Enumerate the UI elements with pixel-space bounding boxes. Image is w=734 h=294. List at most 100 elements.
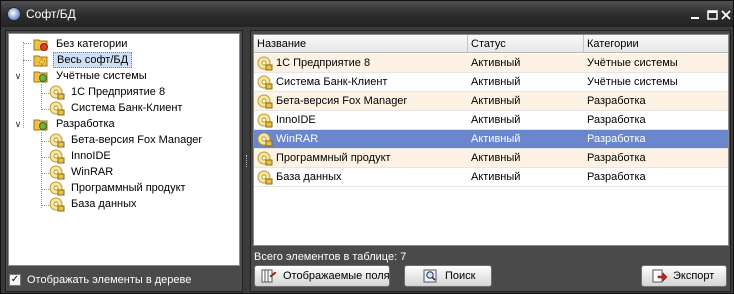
cell-name: База данных — [276, 171, 342, 183]
software-icon — [257, 170, 273, 185]
maximize-icon — [707, 10, 718, 20]
panel-splitter[interactable] — [245, 30, 249, 292]
cell-status: Активный — [471, 152, 521, 164]
software-icon — [257, 113, 273, 128]
software-icon — [49, 101, 65, 116]
tree-item-1c[interactable]: 1С Предприятие 8 — [49, 84, 229, 100]
cell-category: Разработка — [587, 114, 646, 126]
table-row-selected[interactable]: WinRAR Активный Разработка — [254, 130, 728, 149]
folder-open-icon — [33, 119, 48, 131]
table-row[interactable]: Программный продукт Активный Разработка — [254, 149, 728, 168]
tree-panel: Без категории Весь софт/БД ∨ Учётные сис… — [5, 30, 243, 292]
chevron-down-icon[interactable]: ∨ — [13, 68, 23, 84]
main-window: Софт/БД Без категории Весь софт/БД ∨ Учё… — [0, 0, 734, 294]
tree-item-bank-client[interactable]: Система Банк-Клиент — [49, 100, 229, 116]
software-icon — [49, 197, 65, 212]
minimize-icon — [691, 17, 699, 19]
chevron-down-icon[interactable]: ∨ — [13, 116, 23, 132]
title-bar[interactable]: Софт/БД — [1, 1, 733, 27]
folder-lightning-icon — [33, 55, 48, 68]
software-icon — [49, 149, 65, 164]
cell-category: Разработка — [587, 133, 646, 145]
software-icon — [257, 151, 273, 166]
column-header-name[interactable]: Название — [254, 35, 468, 53]
minimize-button[interactable] — [689, 9, 702, 21]
tree-item-innoide[interactable]: InnoIDE — [49, 148, 229, 164]
cell-status: Активный — [471, 76, 521, 88]
cell-name: Система Банк-Клиент — [276, 76, 388, 88]
software-icon — [49, 181, 65, 196]
cell-category: Учётные системы — [587, 76, 678, 88]
tree-item-database[interactable]: База данных — [49, 196, 229, 212]
tree-item-all-software[interactable]: Весь софт/БД — [13, 52, 213, 68]
show-in-tree-checkbox[interactable]: ✓ — [9, 274, 21, 286]
tree-item-software-product[interactable]: Программный продукт — [49, 180, 229, 196]
table-row[interactable]: Система Банк-Клиент Активный Учётные сис… — [254, 73, 728, 92]
table-panel: Название Статус Категории 1С Предприятие… — [250, 30, 731, 292]
tree-item-label: WinRAR — [71, 166, 114, 178]
folder-warning-icon — [33, 39, 48, 51]
window-title: Софт/БД — [26, 7, 76, 21]
software-icon — [49, 165, 65, 180]
tree-item-accounting[interactable]: ∨ Учётные системы — [13, 68, 213, 84]
displayed-fields-label: Отображаемые поля — [283, 270, 390, 282]
tree-item-label: Система Банк-Клиент — [71, 102, 183, 114]
columns-settings-icon — [261, 269, 277, 283]
table-row[interactable]: База данных Активный Разработка — [254, 168, 728, 187]
software-icon — [49, 133, 65, 148]
search-label: Поиск — [445, 270, 476, 282]
cell-name: WinRAR — [276, 133, 319, 145]
tree-item-label: InnoIDE — [71, 150, 111, 162]
search-button[interactable]: Поиск — [404, 265, 492, 287]
show-in-tree-label: Отображать элементы в дереве — [27, 274, 192, 286]
maximize-button[interactable] — [706, 9, 719, 21]
table-row[interactable]: InnoIDE Активный Разработка — [254, 111, 728, 130]
export-button[interactable]: Экспорт — [641, 265, 727, 287]
export-icon — [652, 269, 668, 283]
tree-item-label: Бета-версия Fox Manager — [71, 134, 203, 146]
tree-item-fox-manager[interactable]: Бета-версия Fox Manager — [49, 132, 239, 148]
tree-item-no-category[interactable]: Без категории — [13, 36, 213, 52]
category-tree[interactable]: Без категории Весь софт/БД ∨ Учётные сис… — [8, 33, 240, 266]
cell-status: Активный — [471, 133, 521, 145]
tree-item-winrar[interactable]: WinRAR — [49, 164, 229, 180]
column-header-category[interactable]: Категории — [584, 35, 728, 53]
cell-category: Разработка — [587, 171, 646, 183]
cell-status: Активный — [471, 114, 521, 126]
cell-name: Программный продукт — [276, 152, 391, 164]
app-icon[interactable] — [7, 7, 21, 21]
cell-category: Разработка — [587, 95, 646, 107]
software-icon — [257, 94, 273, 109]
cell-status: Активный — [471, 95, 521, 107]
software-table[interactable]: Название Статус Категории 1С Предприятие… — [253, 34, 729, 246]
cell-name: InnoIDE — [276, 114, 316, 126]
cell-status: Активный — [471, 57, 521, 69]
tree-item-label: Программный продукт — [71, 182, 186, 194]
software-icon — [257, 132, 273, 147]
search-icon — [423, 269, 437, 283]
column-header-status[interactable]: Статус — [468, 35, 584, 53]
displayed-fields-button[interactable]: Отображаемые поля — [254, 265, 390, 287]
close-icon — [721, 10, 731, 20]
tree-item-label: Весь софт/БД — [53, 52, 133, 68]
tree-item-development[interactable]: ∨ Разработка — [13, 116, 213, 132]
cell-name: 1С Предприятие 8 — [276, 57, 371, 69]
software-icon — [257, 75, 273, 90]
splitter-grip[interactable] — [246, 155, 248, 167]
software-icon — [257, 56, 273, 71]
table-total-count: Всего элементов в таблице: 7 — [254, 251, 407, 263]
cell-category: Разработка — [587, 152, 646, 164]
table-row[interactable]: Бета-версия Fox Manager Активный Разрабо… — [254, 92, 728, 111]
tree-item-label: Разработка — [56, 118, 115, 130]
cell-status: Активный — [471, 171, 521, 183]
tree-item-label: 1С Предприятие 8 — [71, 86, 166, 98]
tree-item-label: База данных — [71, 198, 137, 210]
close-button[interactable] — [720, 9, 733, 21]
cell-name: Бета-версия Fox Manager — [276, 95, 408, 107]
software-icon — [49, 85, 65, 100]
cell-category: Учётные системы — [587, 57, 678, 69]
table-header: Название Статус Категории — [254, 35, 728, 53]
export-label: Экспорт — [673, 270, 715, 282]
table-row[interactable]: 1С Предприятие 8 Активный Учётные систем… — [254, 54, 728, 73]
folder-open-icon — [33, 71, 48, 83]
